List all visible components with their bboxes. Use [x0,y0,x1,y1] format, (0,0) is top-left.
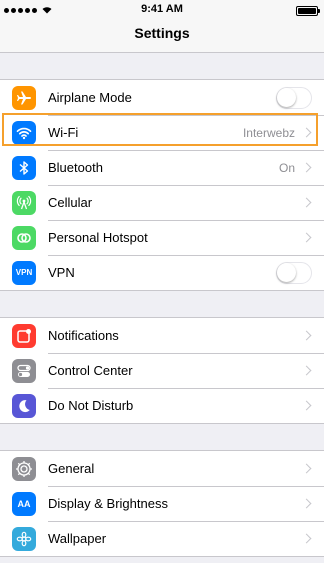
vpn-toggle[interactable] [276,261,312,284]
wifi-icon [12,120,36,145]
settings-row-display-and-brightness[interactable]: AA Display & Brightness [0,486,324,521]
hotspot-icon [12,225,36,250]
settings-row-label: Bluetooth [48,160,103,175]
settings-row-label: Cellular [48,195,93,210]
airplane-mode-toggle[interactable] [276,86,312,109]
settings-row-value: On [278,160,295,175]
settings-row-label: Airplane Mode [48,90,132,105]
chevron-right-icon [301,127,312,138]
status-time: 9:41 AM [141,3,183,15]
settings-row-label: VPN [48,265,75,280]
chevron-right-icon [301,232,312,243]
airplane-icon [12,85,36,110]
battery-icon [296,6,320,16]
vpn-icon: VPN [12,260,36,285]
settings-row-label: Control Center [48,363,133,378]
settings-row-label: Wi-Fi [48,125,79,140]
settings-row-value: Interwebz [242,125,295,140]
cellular-icon [12,190,36,215]
chevron-right-icon [301,162,312,173]
page-title: Settings [134,25,190,41]
settings-group: General AA Display & Brightness Wallpaper [0,450,324,557]
settings-row-notifications[interactable]: Notifications [0,318,324,353]
moon-icon [12,393,36,418]
settings-row-label: Display & Brightness [48,496,168,511]
settings-row-wi-fi[interactable]: Wi-Fi Interwebz [0,115,324,150]
settings-row-vpn[interactable]: VPN VPN [0,255,324,290]
settings-list: Airplane Mode Wi-Fi Interwebz Bluetooth On Ce… [0,53,324,557]
chevron-right-icon [301,533,312,544]
settings-row-label: Personal Hotspot [48,230,148,245]
status-bar: 9:41 AM [0,0,324,20]
chevron-right-icon [301,463,312,474]
settings-row-airplane-mode[interactable]: Airplane Mode [0,80,324,115]
bluetooth-icon [12,155,36,180]
settings-group: Airplane Mode Wi-Fi Interwebz Bluetooth On Ce… [0,79,324,291]
wallpaper-icon [12,526,36,551]
navigation-bar: Settings [0,20,324,53]
gear-icon [12,456,36,481]
control-center-icon [12,358,36,383]
settings-row-label: Notifications [48,328,119,343]
chevron-right-icon [301,330,312,341]
chevron-right-icon [301,498,312,509]
chevron-right-icon [301,365,312,376]
settings-row-label: General [48,461,95,476]
settings-row-cellular[interactable]: Cellular [0,185,324,220]
settings-row-wallpaper[interactable]: Wallpaper [0,521,324,556]
notifications-icon [12,323,36,348]
settings-row-general[interactable]: General [0,451,324,486]
settings-row-label: Wallpaper [48,531,107,546]
display-icon: AA [12,491,36,516]
settings-row-bluetooth[interactable]: Bluetooth On [0,150,324,185]
chevron-right-icon [301,400,312,411]
chevron-right-icon [301,197,312,208]
settings-row-label: Do Not Disturb [48,398,134,413]
settings-row-do-not-disturb[interactable]: Do Not Disturb [0,388,324,423]
settings-row-control-center[interactable]: Control Center [0,353,324,388]
settings-row-personal-hotspot[interactable]: Personal Hotspot [0,220,324,255]
settings-group: Notifications Control Center Do Not Distur… [0,317,324,424]
